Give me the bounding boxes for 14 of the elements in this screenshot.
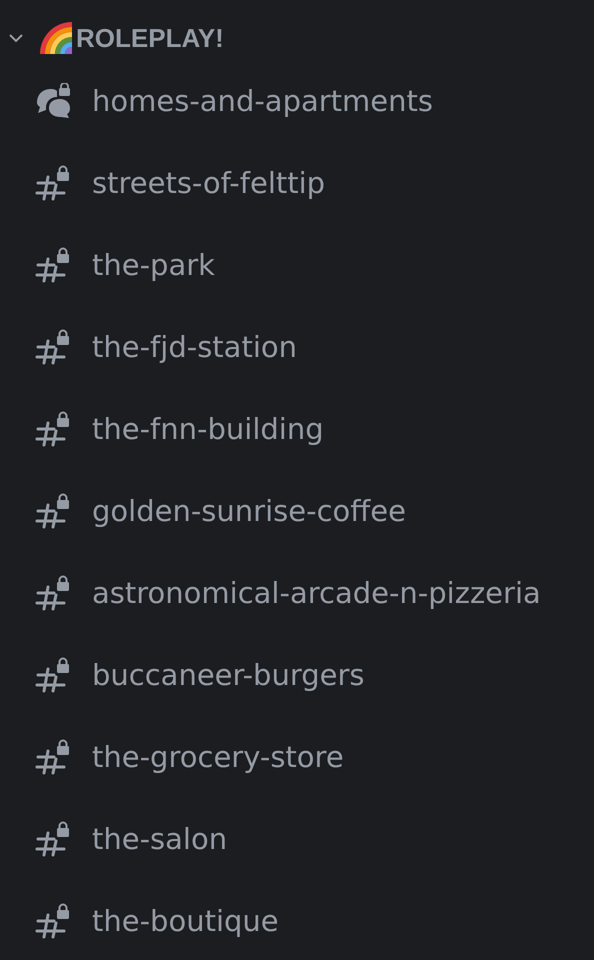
channel-item[interactable]: streets-of-felttip bbox=[0, 142, 594, 224]
rainbow-icon bbox=[38, 20, 74, 56]
channel-item[interactable]: the-park bbox=[0, 224, 594, 306]
channel-item[interactable]: the-boutique bbox=[0, 880, 594, 960]
channel-item[interactable]: the-salon bbox=[0, 798, 594, 880]
channel-item[interactable]: astronomical-arcade-n-pizzeria bbox=[0, 552, 594, 634]
channel-item[interactable]: the-fjd-station bbox=[0, 306, 594, 388]
channel-item[interactable]: homes-and-apartments bbox=[0, 60, 594, 142]
chevron-icon[interactable] bbox=[8, 33, 24, 43]
channel-item[interactable]: golden-sunrise-coffee bbox=[0, 470, 594, 552]
channel-item[interactable]: buccaneer-burgers bbox=[0, 634, 594, 716]
channel-item[interactable]: the-grocery-store bbox=[0, 716, 594, 798]
channel-item[interactable]: the-fnn-building bbox=[0, 388, 594, 470]
category-title[interactable]: ROLEPLAY! bbox=[76, 22, 224, 54]
